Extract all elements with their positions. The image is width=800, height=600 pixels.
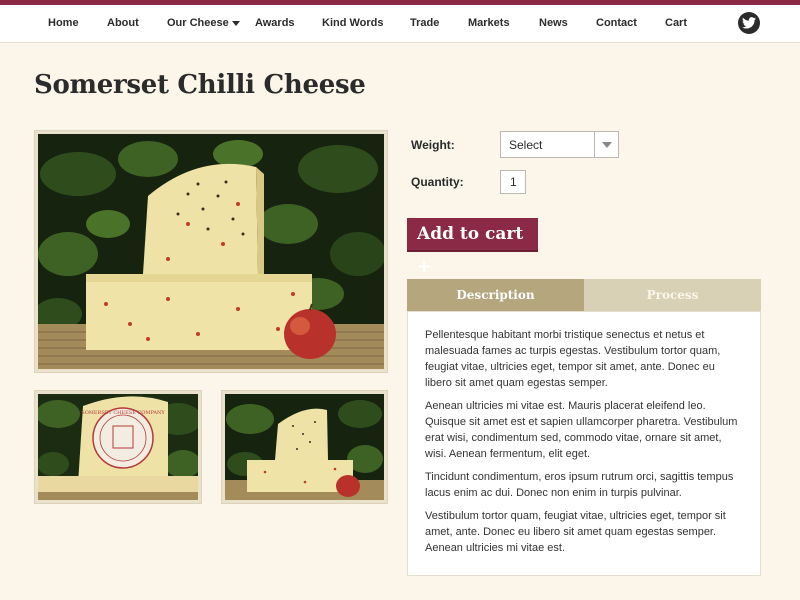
product-thumbnail-label-art: SOMERSET CHEESE COMPANY (38, 394, 198, 500)
nav-awards[interactable]: Awards (255, 5, 295, 42)
description-paragraph: Tincidunt condimentum, eros ipsum rutrum… (425, 471, 734, 499)
weight-label: Weight: (411, 138, 455, 152)
thumbnail-label-text: SOMERSET CHEESE COMPANY (81, 410, 165, 416)
nav-kind-words[interactable]: Kind Words (322, 5, 384, 42)
tab-process[interactable]: Process (584, 279, 761, 311)
tab-description[interactable]: Description (407, 279, 584, 311)
nav-markets[interactable]: Markets (468, 5, 510, 42)
nav-contact[interactable]: Contact (596, 5, 637, 42)
description-paragraph: Vestibulum tortor quam, feugiat vitae, u… (425, 510, 726, 554)
quantity-label: Quantity: (411, 175, 464, 189)
description-panel: Pellentesque habitant morbi tristique se… (407, 311, 761, 576)
main-navigation: Home About Our Cheese Awards Kind Words … (0, 5, 800, 43)
weight-select-value: Select (509, 138, 543, 152)
nav-home[interactable]: Home (48, 5, 79, 42)
nav-trade[interactable]: Trade (410, 5, 439, 42)
product-thumbnail-wedge-art (225, 394, 384, 500)
product-main-image[interactable] (34, 130, 388, 373)
description-paragraph: Aenean ultricies mi vitae est. Mauris pl… (425, 400, 738, 460)
nav-our-cheese-label: Our Cheese (167, 17, 229, 29)
nav-about[interactable]: About (107, 5, 139, 42)
quantity-input[interactable]: 1 (500, 170, 526, 194)
nav-cart[interactable]: Cart (665, 5, 687, 42)
weight-select[interactable]: Select (500, 131, 619, 158)
product-thumbnail-label[interactable]: SOMERSET CHEESE COMPANY (34, 390, 202, 504)
add-to-cart-button[interactable]: Add to cart + (407, 218, 538, 277)
page-title: Somerset Chilli Cheese (34, 70, 366, 100)
description-paragraph: Pellentesque habitant morbi tristique se… (425, 329, 721, 389)
twitter-icon[interactable] (738, 12, 760, 34)
select-arrow-icon[interactable] (594, 132, 618, 157)
nav-our-cheese[interactable]: Our Cheese (167, 5, 240, 42)
nav-news[interactable]: News (539, 5, 568, 42)
chevron-down-icon (231, 20, 240, 26)
product-thumbnail-wedge[interactable] (221, 390, 388, 504)
product-main-image-art (38, 134, 384, 369)
